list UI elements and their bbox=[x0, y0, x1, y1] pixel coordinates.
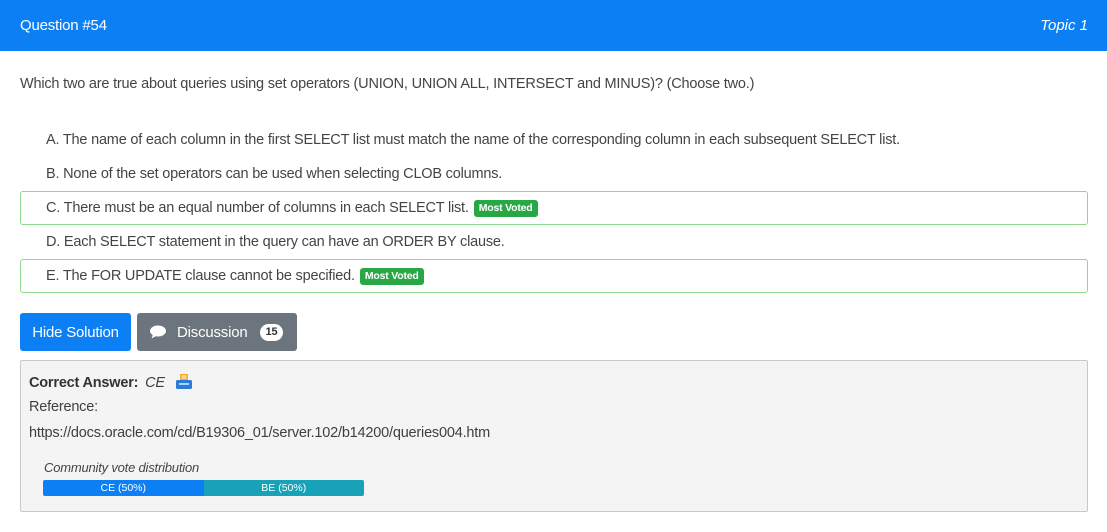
vote-segment-ce: CE (50%) bbox=[43, 480, 204, 496]
discussion-label: Discussion bbox=[177, 323, 248, 341]
most-voted-badge: Most Voted bbox=[473, 199, 538, 217]
choice-text: B. None of the set operators can be used… bbox=[46, 166, 503, 182]
reference-url: https://docs.oracle.com/cd/B19306_01/ser… bbox=[29, 425, 490, 441]
correct-answer-line: Correct Answer: CE bbox=[29, 373, 193, 391]
answer-panel: Correct Answer: CE Reference: https://do… bbox=[20, 360, 1088, 512]
topic-label: Topic 1 bbox=[1040, 17, 1088, 34]
choice-e[interactable]: E. The FOR UPDATE clause cannot be speci… bbox=[20, 259, 1088, 293]
chat-bubble-icon bbox=[150, 325, 166, 339]
vote-distribution-bar: CE (50%) BE (50%) bbox=[43, 480, 364, 496]
voting-icon[interactable] bbox=[175, 373, 193, 390]
question-header: Question #54 Topic 1 bbox=[0, 0, 1107, 51]
vote-distribution-title: Community vote distribution bbox=[44, 460, 199, 475]
choice-text: D. Each SELECT statement in the query ca… bbox=[46, 234, 505, 250]
choice-b[interactable]: B. None of the set operators can be used… bbox=[20, 157, 1088, 191]
choice-d[interactable]: D. Each SELECT statement in the query ca… bbox=[20, 225, 1088, 259]
most-voted-badge: Most Voted bbox=[359, 267, 424, 285]
discussion-count-badge: 15 bbox=[259, 323, 284, 341]
choice-text: A. The name of each column in the first … bbox=[46, 132, 900, 148]
choice-text: E. The FOR UPDATE clause cannot be speci… bbox=[46, 268, 355, 284]
correct-answer-value: CE bbox=[145, 375, 165, 391]
discussion-button[interactable]: Discussion 15 bbox=[137, 313, 297, 351]
question-number: Question #54 bbox=[20, 17, 107, 34]
choice-a[interactable]: A. The name of each column in the first … bbox=[20, 123, 1088, 157]
correct-answer-label: Correct Answer: bbox=[29, 375, 139, 391]
choice-c[interactable]: C. There must be an equal number of colu… bbox=[20, 191, 1088, 225]
question-text: Which two are true about queries using s… bbox=[20, 76, 755, 92]
choice-text: C. There must be an equal number of colu… bbox=[46, 200, 469, 216]
hide-solution-button[interactable]: Hide Solution bbox=[20, 313, 131, 351]
reference-label: Reference: bbox=[29, 399, 98, 415]
vote-segment-be: BE (50%) bbox=[203, 480, 364, 496]
